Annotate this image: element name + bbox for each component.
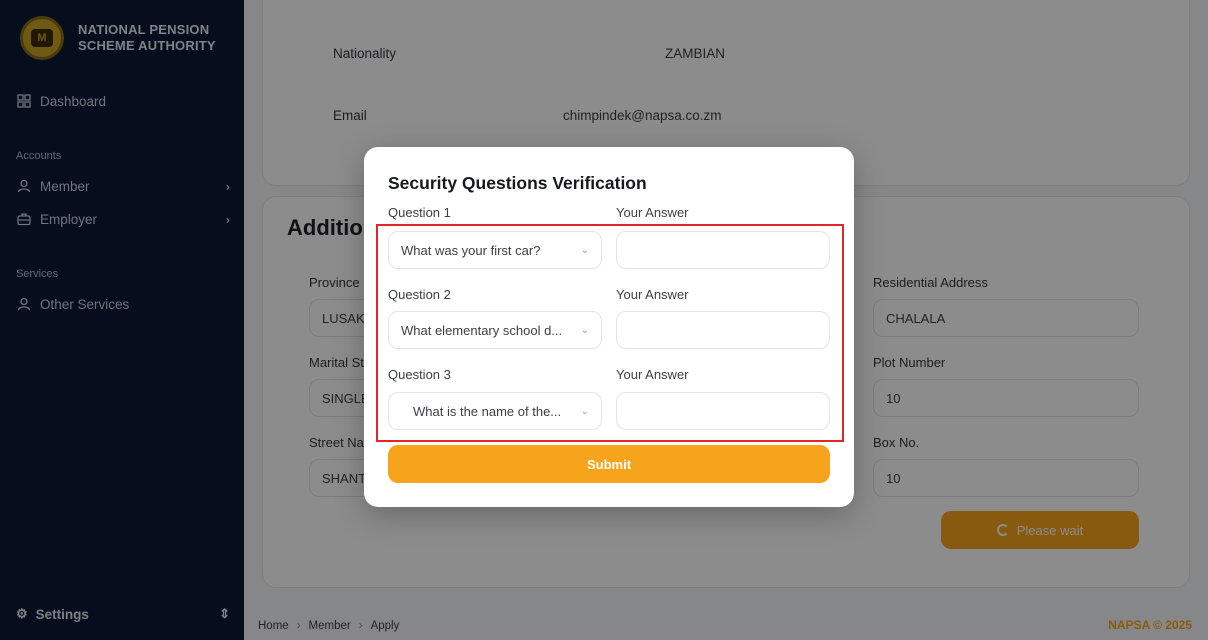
security-questions-modal: Security Questions Verification Question…	[364, 147, 854, 507]
submit-button[interactable]: Submit	[388, 445, 830, 483]
question-1-label: Question 1	[388, 205, 451, 220]
highlight-box	[376, 224, 844, 442]
answer-1-label: Your Answer	[616, 205, 689, 220]
modal-title: Security Questions Verification	[388, 173, 647, 193]
